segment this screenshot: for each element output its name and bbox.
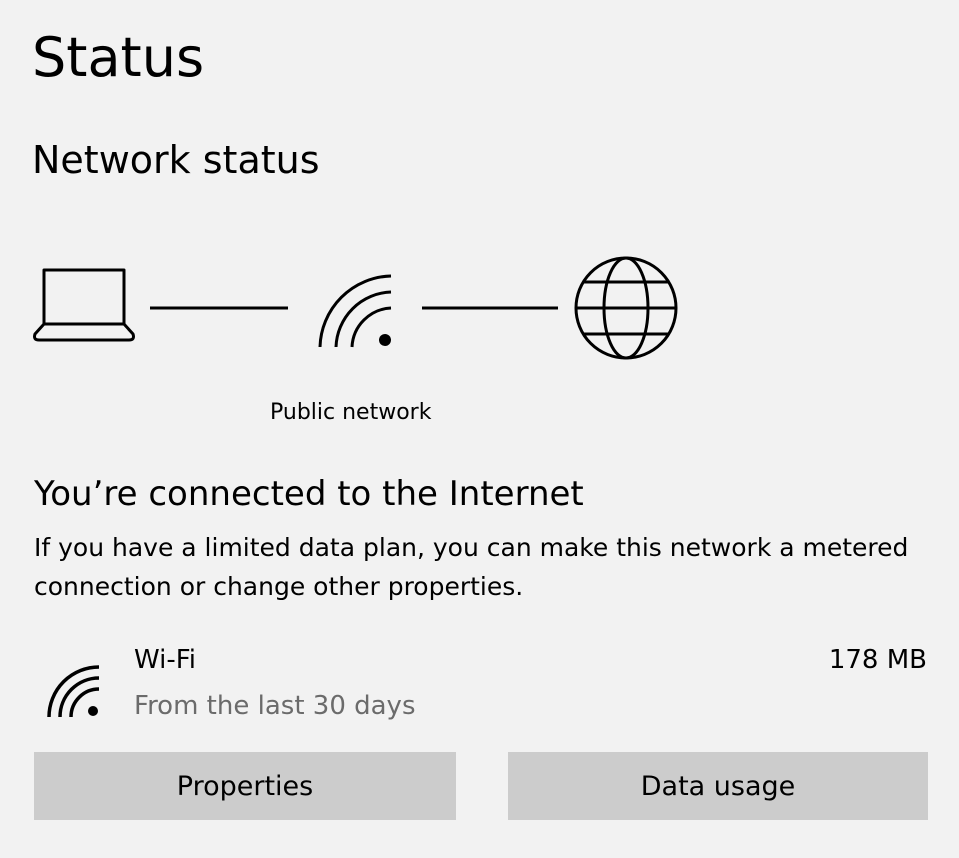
wifi-icon <box>318 274 392 348</box>
usage-period: From the last 30 days <box>134 691 416 721</box>
network-type-label: Public network <box>270 400 432 425</box>
data-usage-amount: 178 MB <box>828 645 927 675</box>
connection-headline: You’re connected to the Internet <box>34 474 584 514</box>
wifi-icon <box>47 665 100 718</box>
connection-line <box>150 306 288 310</box>
adapter-name: Wi-Fi <box>134 645 197 675</box>
connection-description: If you have a limited data plan, you can… <box>34 533 909 601</box>
page-title: Status <box>32 26 205 89</box>
properties-button[interactable]: Properties <box>34 752 456 820</box>
data-usage-button[interactable]: Data usage <box>508 752 928 820</box>
network-status-page: Status Network status Public network You… <box>0 0 959 858</box>
section-title: Network status <box>32 138 320 182</box>
laptop-icon <box>33 268 135 342</box>
connection-line <box>422 306 558 310</box>
globe-icon <box>574 256 678 360</box>
